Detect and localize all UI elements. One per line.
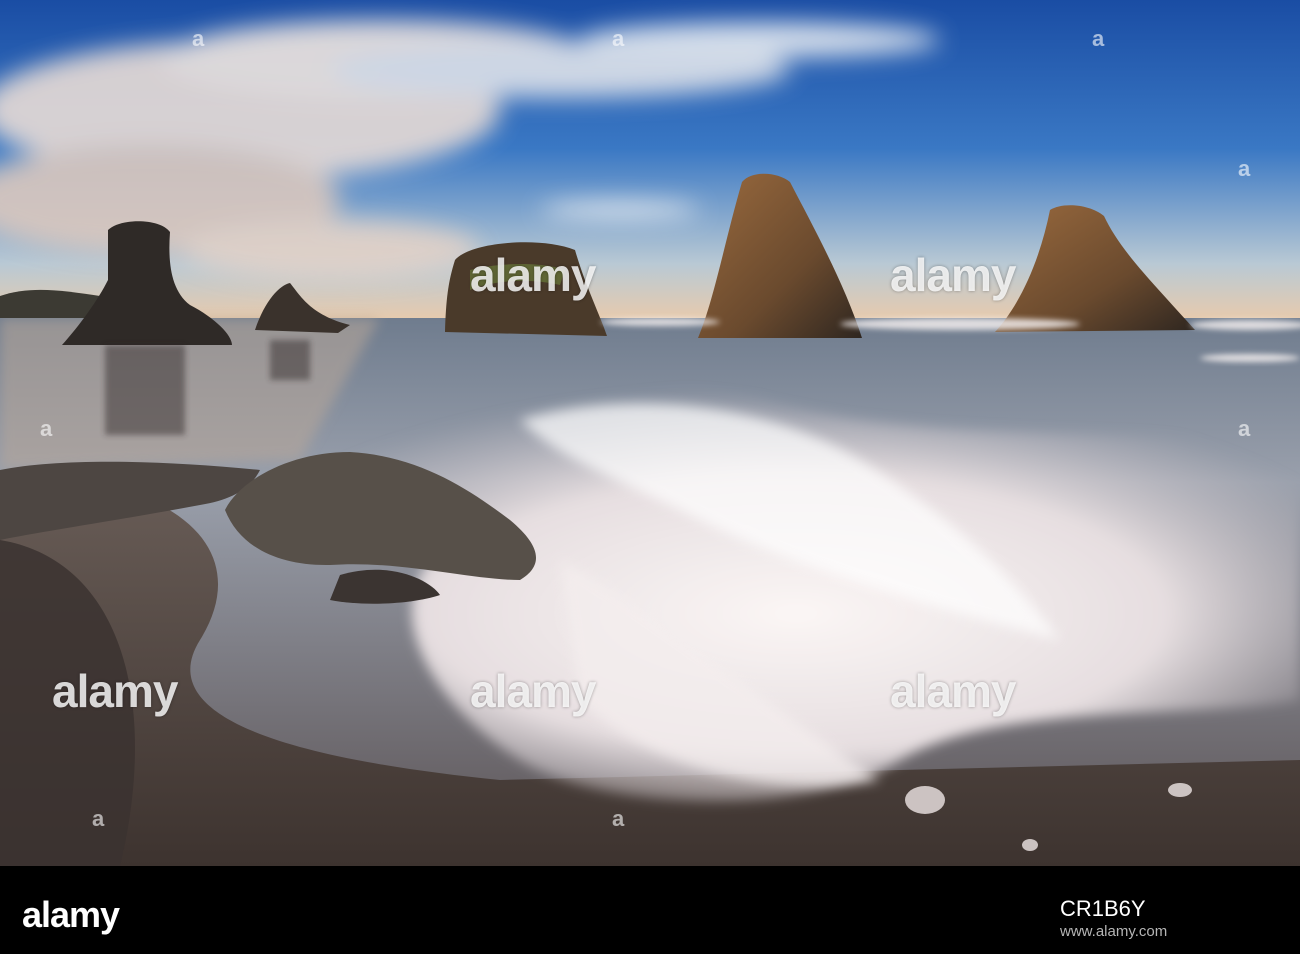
photo-viewer: alamy alamy alamy alamy alamy a a a a a … (0, 0, 1300, 954)
watermark: alamy (470, 249, 596, 301)
watermark: alamy (890, 249, 1016, 301)
watermark: alamy (52, 665, 178, 717)
seascape-photo (0, 0, 1300, 866)
watermark: alamy (470, 665, 596, 717)
image-id: CR1B6Y (1060, 896, 1146, 921)
watermark: alamy (890, 665, 1016, 717)
watermark-mark: a (612, 806, 625, 831)
footer-url: www.alamy.com (1060, 923, 1168, 940)
watermark-mark: a (1092, 26, 1105, 51)
watermark-mark: a (40, 416, 53, 441)
brand-logo: alamy (22, 894, 120, 935)
watermark-mark: a (92, 806, 105, 831)
watermark-mark: a (612, 26, 625, 51)
watermark-mark: a (192, 26, 205, 51)
watermark-mark: a (1238, 156, 1251, 181)
watermark-mark: a (1238, 416, 1251, 441)
